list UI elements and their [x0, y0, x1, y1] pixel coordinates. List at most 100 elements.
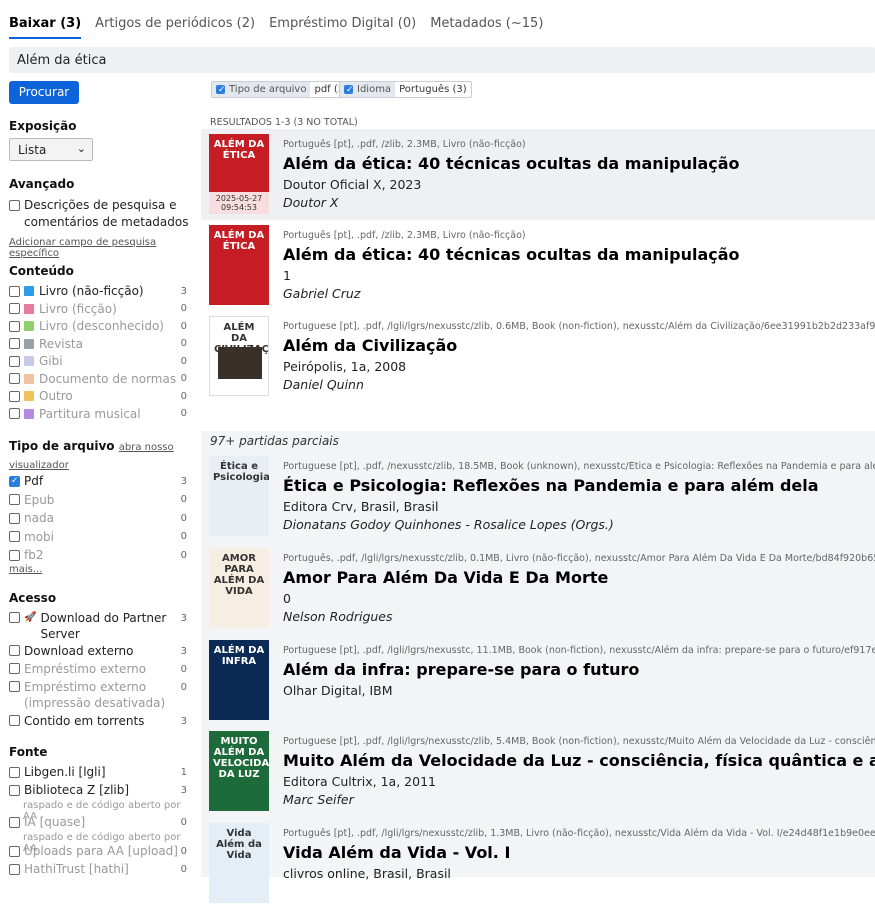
- search-button[interactable]: Procurar: [9, 81, 79, 104]
- content-filter-item[interactable]: Livro (desconhecido) 0: [9, 319, 193, 333]
- result-title[interactable]: Ética e Psicologia: Reflexões na Pandemi…: [283, 476, 875, 495]
- source-filter-item[interactable]: Libgen.li [lgli] 1: [9, 765, 193, 779]
- checkbox[interactable]: [9, 320, 20, 332]
- checkbox[interactable]: [9, 715, 20, 726]
- book-cover[interactable]: ALÉM DA CIVILIZAÇÃO: [209, 316, 269, 396]
- book-cover[interactable]: AMOR PARA ALÉM DA VIDA: [209, 548, 269, 628]
- checkbox[interactable]: [9, 612, 20, 623]
- checkbox[interactable]: [9, 816, 20, 828]
- book-cover[interactable]: ALÉM DA ÉTICA 2025-05-27 09:54:53: [209, 134, 269, 214]
- source-filter-item[interactable]: IA [quase] 0: [9, 815, 193, 829]
- checkbox[interactable]: [9, 845, 20, 857]
- result-item[interactable]: AMOR PARA ALÉM DA VIDA Português, .pdf, /…: [201, 543, 875, 635]
- result-item[interactable]: MUITO ALÉM DA VELOCIDADE DA LUZ Portugues…: [201, 726, 875, 818]
- content-filter-count: 0: [180, 373, 187, 384]
- tab-metadata[interactable]: Metadados (~15): [430, 16, 543, 39]
- checkbox[interactable]: [9, 338, 20, 349]
- add-field-link[interactable]: Adicionar campo de pesquisa específico: [9, 237, 193, 259]
- checkbox[interactable]: [9, 408, 20, 419]
- more-link[interactable]: mais...: [9, 564, 42, 575]
- result-author: Daniel Quinn: [283, 377, 364, 392]
- tab-download[interactable]: Baixar (3): [9, 16, 82, 39]
- content-filter-item[interactable]: Revista 0: [9, 337, 193, 351]
- checkbox[interactable]: [9, 663, 20, 674]
- display-select[interactable]: Lista ⌄: [9, 138, 93, 161]
- checkbox[interactable]: [216, 85, 226, 95]
- result-title[interactable]: Além da Civilização: [283, 336, 875, 355]
- tab-digital-lending[interactable]: Empréstimo Digital (0): [269, 16, 416, 39]
- cover-title: ALÉM DA ÉTICA: [213, 230, 265, 252]
- filetype-filter-count: 3: [180, 475, 187, 487]
- book-cover[interactable]: MUITO ALÉM DA VELOCIDADE DA LUZ: [209, 731, 269, 811]
- filetype-filter-item[interactable]: mobi 0: [9, 530, 193, 544]
- content-filter-item[interactable]: Gibi 0: [9, 354, 193, 368]
- checkbox[interactable]: [9, 512, 20, 524]
- checkbox[interactable]: [9, 200, 20, 211]
- checkbox[interactable]: [9, 766, 20, 778]
- checkbox[interactable]: [9, 784, 20, 796]
- checkbox[interactable]: [9, 390, 20, 402]
- source-filter-item[interactable]: Uploads para AA [upload] 0: [9, 844, 193, 858]
- advanced-option[interactable]: Descrições de pesquisa e comentários de …: [9, 197, 193, 231]
- book-cover[interactable]: Ética e Psicologia: [209, 456, 269, 536]
- filetype-filter-item[interactable]: Pdf 3: [9, 474, 193, 488]
- content-filter-item[interactable]: Documento de normas 0: [9, 372, 193, 386]
- checkbox[interactable]: [9, 863, 20, 875]
- filetype-filter-label: Epub: [24, 492, 55, 507]
- search-input[interactable]: Além da ética: [9, 47, 875, 73]
- result-metadata: Portuguese [pt], .pdf, /lgli/lgrs/nexuss…: [283, 321, 875, 332]
- content-filter-item[interactable]: Livro (ficção) 0: [9, 302, 193, 316]
- filetype-filter-item[interactable]: fb2 0: [9, 548, 193, 562]
- content-filter-item[interactable]: Livro (não-ficção) 3: [9, 284, 193, 298]
- book-cover[interactable]: ALÉM DA ÉTICA: [209, 225, 269, 305]
- access-filter-item[interactable]: Empréstimo externo 0: [9, 661, 193, 677]
- checkbox[interactable]: [9, 549, 20, 561]
- filetype-filter-chip[interactable]: Tipo de arquivopdf (3): [211, 81, 354, 98]
- checkbox[interactable]: [9, 531, 20, 542]
- result-item[interactable]: ALÉM DA CIVILIZAÇÃO Portuguese [pt], .pdf…: [201, 311, 875, 402]
- result-item[interactable]: Vida Além da Vida Português [pt], .pdf, /…: [201, 818, 875, 910]
- result-metadata: Português, .pdf, /lgli/lgrs/nexusstc/zli…: [283, 553, 875, 564]
- filter-value: Português (3): [399, 84, 467, 95]
- rocket-icon: 🚀: [24, 612, 37, 623]
- checkbox[interactable]: [344, 85, 354, 95]
- result-title[interactable]: Além da ética: 40 técnicas ocultas da ma…: [283, 245, 875, 264]
- content-filter-count: 0: [180, 355, 187, 367]
- checkbox[interactable]: [9, 285, 20, 297]
- result-title[interactable]: Muito Além da Velocidade da Luz - consci…: [283, 751, 875, 770]
- result-title[interactable]: Além da ética: 40 técnicas ocultas da ma…: [283, 154, 875, 173]
- checkbox[interactable]: [9, 494, 20, 505]
- result-item[interactable]: ALÉM DA ÉTICA 2025-05-27 09:54:53 Portuguê…: [201, 129, 875, 220]
- language-filter-chip[interactable]: Idioma Português (3): [339, 81, 472, 98]
- checkbox[interactable]: [9, 303, 20, 314]
- tab-journal-articles[interactable]: Artigos de periódicos (2): [95, 16, 255, 39]
- content-filter-item[interactable]: Outro 0: [9, 389, 193, 403]
- result-title[interactable]: Amor Para Além Da Vida E Da Morte: [283, 568, 875, 587]
- result-item[interactable]: ALÉM DA INFRA Portuguese [pt], .pdf, /lgl…: [201, 635, 875, 727]
- book-cover[interactable]: Vida Além da Vida: [209, 823, 269, 903]
- result-title[interactable]: Além da infra: prepare-se para o futuro: [283, 660, 875, 679]
- access-filter-item[interactable]: Download externo 3: [9, 643, 193, 659]
- result-title[interactable]: Vida Além da Vida - Vol. I: [283, 843, 875, 862]
- checkbox[interactable]: [9, 475, 20, 487]
- result-author: Nelson Rodrigues: [283, 609, 393, 624]
- checkbox[interactable]: [9, 355, 20, 367]
- checkbox[interactable]: [9, 681, 20, 692]
- access-filter-item[interactable]: 🚀 Download do Partner Server 3: [9, 610, 193, 642]
- checkbox[interactable]: [9, 373, 20, 384]
- filetype-filter-item[interactable]: Epub 0: [9, 493, 193, 507]
- result-item[interactable]: Ética e Psicologia Portuguese [pt], .pdf,…: [201, 451, 875, 543]
- category-icon: [24, 321, 34, 331]
- access-filter-item[interactable]: Contido em torrents 3: [9, 713, 193, 729]
- content-filter-label: Outro: [39, 389, 73, 403]
- content-filter-item[interactable]: Partitura musical 0: [9, 407, 193, 421]
- book-cover[interactable]: ALÉM DA INFRA: [209, 640, 269, 720]
- access-filter-item[interactable]: Empréstimo externo (impressão desativada…: [9, 679, 193, 711]
- category-icon: [24, 286, 34, 296]
- source-filter-item[interactable]: Biblioteca Z [zlib] 3: [9, 783, 193, 797]
- result-item[interactable]: ALÉM DA ÉTICA Português [pt], .pdf, /zlib…: [201, 220, 875, 311]
- filetype-filter-item[interactable]: nada 0: [9, 511, 193, 525]
- sidebar: Procurar Exposição Lista ⌄ Avançado Descr…: [9, 81, 193, 876]
- source-filter-item[interactable]: HathiTrust [hathi] 0: [9, 862, 193, 876]
- checkbox[interactable]: [9, 645, 20, 656]
